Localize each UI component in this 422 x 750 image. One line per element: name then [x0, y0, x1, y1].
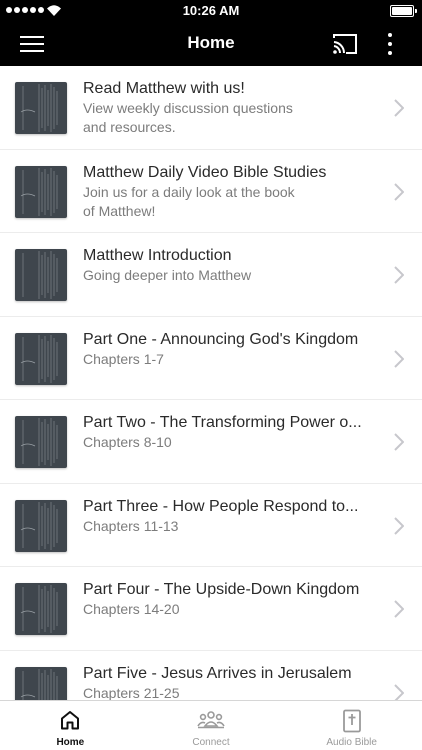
chevron-right-icon [394, 266, 404, 284]
tab-label: Connect [192, 737, 230, 748]
matthew-thumbnail [15, 666, 67, 700]
list-item[interactable]: Matthew Daily Video Bible Studies Join u… [0, 150, 422, 233]
list-item-title: Read Matthew with us! [83, 80, 245, 97]
more-options-icon[interactable] [380, 31, 400, 57]
matthew-thumbnail [15, 583, 67, 635]
nav-bar: Home [0, 22, 422, 66]
page-title: Home [187, 33, 235, 52]
audio-bible-icon [342, 709, 361, 733]
list-item-title: Part Three - How People Respond to... [83, 497, 359, 515]
list-item-subtitle: View weekly discussion questions and res… [83, 100, 293, 135]
list-item-subtitle: Chapters 21-25 [83, 684, 180, 701]
chevron-right-icon [394, 433, 404, 451]
matthew-thumbnail [15, 82, 67, 134]
chevron-right-icon [394, 600, 404, 618]
list-item[interactable]: Part Five - Jesus Arrives in Jerusalem C… [0, 651, 422, 701]
chevron-right-icon [394, 516, 404, 535]
list-item-title: Matthew Introduction [83, 247, 232, 264]
connect-icon [197, 711, 225, 729]
matthew-thumbnail [15, 332, 67, 385]
chevron-right-icon [394, 683, 404, 700]
list-item[interactable]: Part Four - The Upside-Down Kingdom Chap… [0, 567, 422, 651]
list-item-subtitle: Chapters 1-7 [83, 350, 164, 367]
list-item[interactable]: Read Matthew with us! View weekly discus… [0, 66, 422, 150]
list-item-title: Matthew Daily Video Bible Studies [83, 163, 327, 181]
list-item-subtitle: Chapters 14-20 [83, 601, 180, 617]
tab-bar: Home Connect Audio Bible [0, 700, 422, 750]
chevron-right-icon [394, 182, 404, 201]
battery-icon [390, 5, 417, 17]
tab-label: Home [56, 737, 85, 748]
home-icon [61, 711, 80, 730]
matthew-thumbnail [15, 165, 67, 218]
cast-icon[interactable] [332, 32, 358, 56]
list-item-subtitle: Join us for a daily look at the book of … [83, 183, 295, 219]
list-item-title: Part Four - The Upside-Down Kingdom [83, 581, 360, 598]
content-list: Read Matthew with us! View weekly discus… [0, 66, 422, 700]
matthew-thumbnail [15, 249, 67, 301]
tab-home[interactable]: Home [0, 701, 141, 750]
list-item-subtitle: Going deeper into Matthew [83, 267, 252, 283]
list-item-subtitle: Chapters 8-10 [83, 434, 172, 450]
list-item[interactable]: Part Three - How People Respond to... Ch… [0, 484, 422, 567]
list-item-title: Part Five - Jesus Arrives in Jerusalem [83, 664, 352, 682]
list-item-title: Part Two - The Transforming Power o... [83, 414, 362, 431]
chevron-right-icon [394, 99, 404, 117]
tab-label: Audio Bible [326, 737, 377, 748]
tab-connect[interactable]: Connect [141, 701, 282, 750]
list-item[interactable]: Matthew Introduction Going deeper into M… [0, 233, 422, 317]
matthew-thumbnail [15, 499, 67, 552]
matthew-thumbnail [15, 416, 67, 468]
list-item-subtitle: Chapters 11-13 [83, 517, 179, 534]
list-item[interactable]: Part Two - The Transforming Power o... C… [0, 400, 422, 484]
tab-audio-bible[interactable]: Audio Bible [281, 701, 422, 750]
list-item[interactable]: Part One - Announcing God's Kingdom Chap… [0, 317, 422, 400]
status-bar: 10:26 AM [0, 0, 422, 22]
list-item-title: Part One - Announcing God's Kingdom [83, 330, 359, 348]
status-time: 10:26 AM [182, 3, 240, 18]
chevron-right-icon [394, 349, 404, 368]
